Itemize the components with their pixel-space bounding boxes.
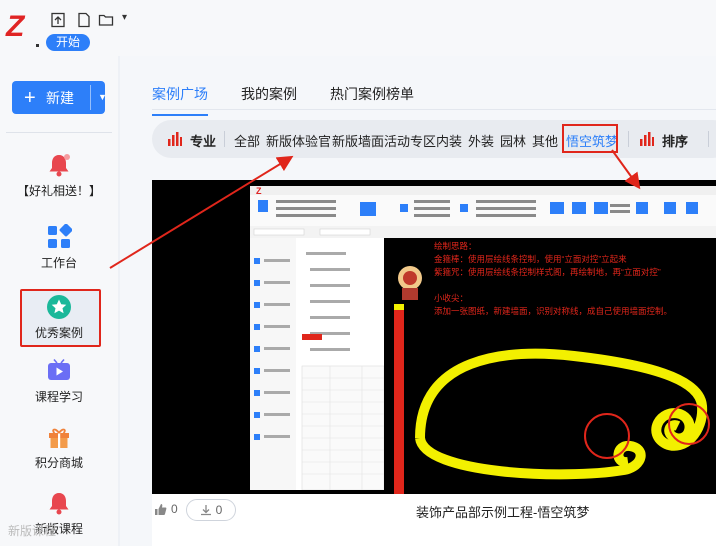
tab-my-cases[interactable]: 我的案例 <box>241 84 297 108</box>
tab-hot-rankings[interactable]: 热门案例榜单 <box>330 84 414 108</box>
gift-icon <box>46 424 72 450</box>
workbench-icon <box>46 223 73 250</box>
sidebar-item-gift[interactable]: 【好礼相送！】 <box>0 152 118 199</box>
logo-letter: Z <box>6 10 25 43</box>
open-folder-icon[interactable] <box>98 12 114 28</box>
sidebar-item-excellent-cases[interactable]: 优秀案例 <box>0 288 118 347</box>
case-card-footer: 0 0 装饰产品部示例工程-悟空筑梦 <box>152 494 716 546</box>
download-button[interactable]: 0 <box>186 499 236 521</box>
play-icon <box>46 358 72 384</box>
app-logo[interactable]: Z <box>6 10 39 47</box>
sidebar-item-label: 工作台 <box>40 256 77 270</box>
filter-chip-garden[interactable]: 园林 <box>500 131 526 150</box>
new-file-icon[interactable] <box>76 12 92 28</box>
upload-icon[interactable] <box>50 12 66 28</box>
sort-icon <box>640 132 654 146</box>
highlight-box <box>562 124 618 153</box>
embedded-ribbon: Z <box>250 186 716 238</box>
watermark: 新版课程 <box>8 524 57 538</box>
download-icon <box>200 505 211 516</box>
bell-icon <box>46 152 72 178</box>
case-tabs: 案例广场 我的案例 热门案例榜单 <box>152 84 447 116</box>
new-dropdown-icon[interactable]: ▼ <box>98 92 107 102</box>
case-card[interactable]: Z 绘制思路： 金箍棒：使用层绘线条控制，使用“立面对控”立起来 紫箍咒：使用层… <box>152 180 716 546</box>
filter-divider <box>628 131 629 147</box>
quick-access-dropdown-icon[interactable]: ▾ <box>122 12 138 28</box>
filter-bar: 专业 全部 新版体验官 新版墙面活动专区 内装 外装 园林 其他 悟空筑梦 排序… <box>152 120 716 158</box>
svg-text:Z: Z <box>256 186 262 196</box>
star-badge-icon <box>46 294 72 320</box>
bell-icon <box>46 490 72 516</box>
new-button[interactable]: + 新建 ▼ <box>12 81 107 114</box>
case-title[interactable]: 装饰产品部示例工程-悟空筑梦 <box>416 502 589 521</box>
download-count: 0 <box>215 503 223 517</box>
logo-dot <box>36 44 39 47</box>
sort-label[interactable]: 排序 <box>662 131 688 150</box>
start-tab[interactable]: 开始 <box>46 34 90 51</box>
note-line: 金箍棒：使用层绘线条控制，使用“立面对控”立起来 <box>434 254 627 264</box>
note-line: 绘制思路： <box>434 241 477 251</box>
plus-icon: + <box>24 86 36 109</box>
sidebar-item-workbench[interactable]: 工作台 <box>0 223 118 271</box>
sidebar-item-courses[interactable]: 课程学习 <box>0 358 118 405</box>
sidebar-item-label: 优秀案例 <box>34 326 83 340</box>
new-button-separator <box>90 85 91 110</box>
note-line: 紫箍咒：使用层绘线条控制样式阁，再绘制地，再“立面对控” <box>434 267 661 277</box>
sidebar-divider <box>6 132 112 133</box>
filter-chip-interior[interactable]: 内装 <box>436 131 462 150</box>
sidebar-item-label: 课程学习 <box>34 390 83 404</box>
filter-chip-all[interactable]: 全部 <box>234 131 260 150</box>
category-icon <box>168 132 182 146</box>
note-line: 小收尖： <box>434 293 469 303</box>
main-content: 案例广场 我的案例 热门案例榜单 专业 全部 新版体验官 新版墙面活动专区 内装… <box>120 56 716 546</box>
filter-chip-new-experience[interactable]: 新版体验官 <box>266 131 331 150</box>
case-thumbnail[interactable]: Z 绘制思路： 金箍棒：使用层绘线条控制，使用“立面对控”立起来 紫箍咒：使用层… <box>152 180 716 494</box>
filter-group-label: 专业 <box>190 134 217 149</box>
embedded-panel <box>250 238 385 491</box>
filter-chip-other[interactable]: 其他 <box>532 131 558 150</box>
embedded-notes: 绘制思路： 金箍棒：使用层绘线条控制，使用“立面对控”立起来 紫箍咒：使用层绘线… <box>434 240 672 318</box>
thumbs-up-icon <box>155 503 167 515</box>
sidebar-item-points-mall[interactable]: 积分商城 <box>0 424 118 471</box>
filter-chip-wall-activity[interactable]: 新版墙面活动专区 <box>332 131 436 150</box>
top-bar: Z ▾ 开始 <box>0 0 716 56</box>
sidebar-item-label: 【好礼相送！】 <box>16 184 101 198</box>
note-line: 添加一张图纸，新建墙面，识别对称线，成自己使用墙面控制。 <box>434 306 673 316</box>
filter-divider <box>224 131 225 147</box>
like-count: 0 <box>171 502 178 516</box>
tabs-divider <box>152 109 716 110</box>
filter-chip-exterior[interactable]: 外装 <box>468 131 494 150</box>
sidebar: + 新建 ▼ 【好礼相送！】 工作台 优秀案例 课程学习 积分商城 新版课程 <box>0 56 118 546</box>
tab-case-plaza[interactable]: 案例广场 <box>152 84 208 116</box>
like-button[interactable]: 0 <box>154 502 178 516</box>
monkey-king-figure <box>398 266 422 300</box>
note-line <box>434 279 672 292</box>
new-button-label: 新建 <box>46 89 74 106</box>
filter-divider <box>708 131 709 147</box>
app-window: Z ▾ 开始 + 新建 ▼ 【好礼相送！】 工作台 优秀案例 课程学习 积分商城… <box>0 0 716 546</box>
sidebar-item-label: 积分商城 <box>34 456 83 470</box>
